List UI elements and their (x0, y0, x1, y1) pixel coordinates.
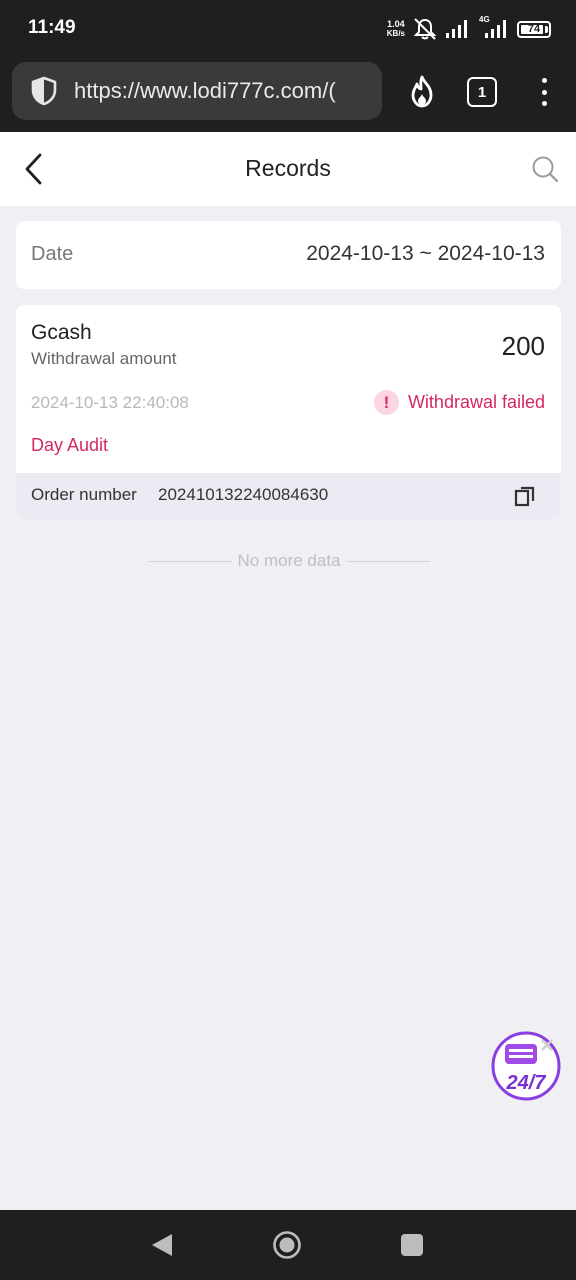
battery-body: 74 (517, 20, 551, 38)
order-number-label: Order number (31, 485, 137, 504)
url-text[interactable]: https://www.lodi777c.com/( (74, 78, 336, 104)
battery-level: 74 (527, 23, 541, 35)
page-title: Records (245, 155, 331, 181)
mute-icon (413, 18, 437, 40)
nav-recents-icon[interactable] (401, 1234, 423, 1256)
no-more-data: No more data (148, 550, 430, 572)
more-dot (541, 101, 547, 106)
alert-icon: ! (373, 390, 399, 415)
order-number-value: 202410132240084630 (158, 485, 329, 504)
divider-line (148, 560, 232, 562)
payment-method: Gcash (31, 321, 92, 344)
search-icon[interactable] (530, 154, 560, 184)
tabs-icon[interactable]: 1 (467, 77, 497, 107)
date-range-value[interactable]: 2024-10-13 ~ 2024-10-13 (306, 242, 545, 266)
no-more-data-text: No more data (237, 551, 341, 570)
status-bar: 11:49 1.04 KB/s 4G 74 (0, 0, 576, 58)
order-row: Order number 202410132240084630 (16, 473, 561, 519)
amount-label: Withdrawal amount (31, 349, 177, 368)
page-header: Records (0, 132, 576, 206)
date-label: Date (31, 243, 74, 265)
fire-icon[interactable] (404, 74, 440, 110)
status-time: 11:49 (28, 17, 76, 38)
more-icon[interactable] (533, 74, 555, 110)
more-dot (541, 89, 547, 95)
browser-toolbar: https://www.lodi777c.com/( 1 (0, 58, 576, 132)
battery-icon: 74 (517, 20, 551, 38)
copy-icon[interactable] (513, 484, 537, 508)
audit-label: Day Audit (31, 435, 109, 455)
record-card: Gcash Withdrawal amount 200 2024-10-13 2… (16, 305, 561, 519)
status-icons: 1.04 KB/s 4G 74 (387, 15, 551, 42)
status-text: Withdrawal failed (407, 392, 545, 412)
support-label: 24/7 (506, 1072, 547, 1094)
record-time: 2024-10-13 22:40:08 (31, 393, 189, 412)
signal-4g-icon: 4G (479, 15, 509, 39)
divider-line (346, 560, 430, 562)
network-speed: 1.04 KB/s (387, 19, 405, 39)
address-bar[interactable]: https://www.lodi777c.com/( (12, 62, 382, 120)
more-dot (541, 78, 547, 83)
network-speed-value: 1.04 (387, 19, 405, 29)
nav-back-icon[interactable] (150, 1232, 174, 1258)
support-chat-icon[interactable]: 24/7 (490, 1030, 562, 1102)
date-filter[interactable]: Date 2024-10-13 ~ 2024-10-13 (16, 221, 561, 289)
shield-icon[interactable] (28, 75, 60, 107)
navigation-bar (0, 1210, 576, 1280)
tab-count: 1 (477, 83, 487, 101)
signal-icon (446, 20, 467, 38)
nav-home-icon[interactable] (272, 1230, 302, 1260)
amount-value: 200 (501, 331, 545, 361)
network-speed-unit: KB/s (386, 29, 405, 38)
status-badge: ! Withdrawal failed (373, 390, 545, 415)
